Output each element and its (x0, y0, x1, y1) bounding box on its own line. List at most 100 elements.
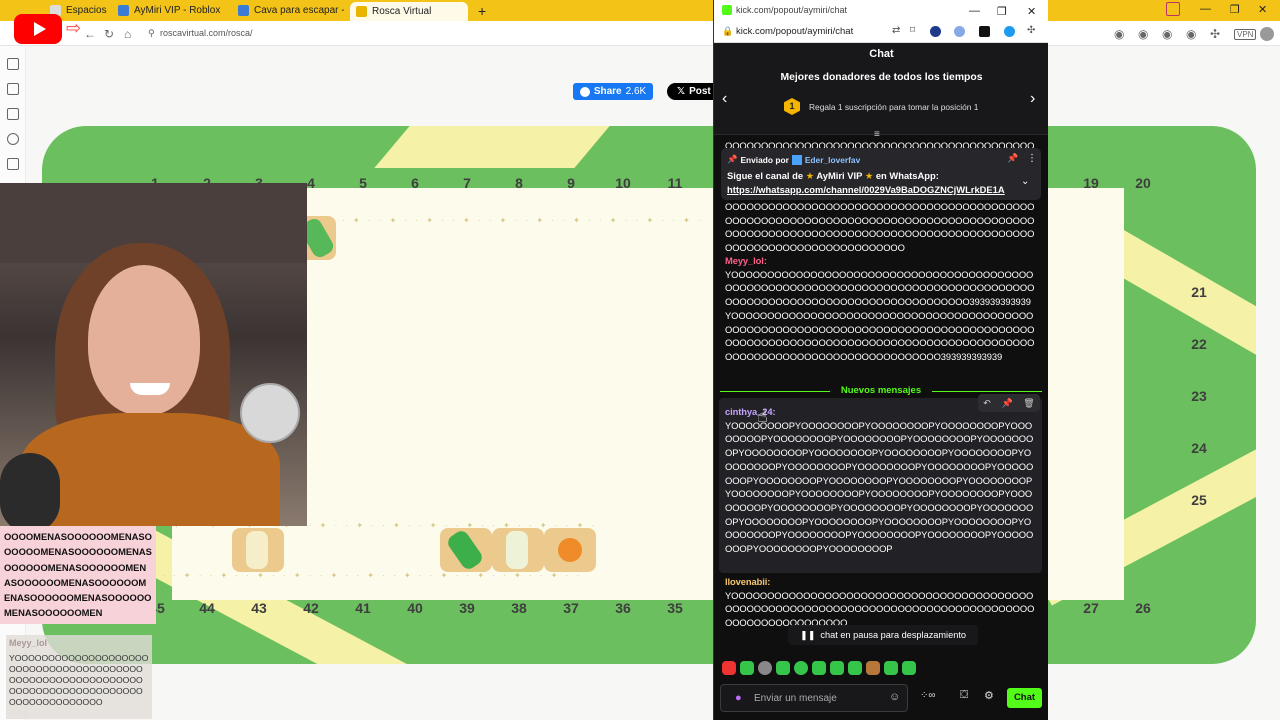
emote-icon[interactable] (794, 661, 808, 675)
extension-icon[interactable] (1004, 26, 1015, 37)
users-icon[interactable]: ⁘∞ (920, 690, 936, 701)
space-number[interactable]: 5 (348, 175, 378, 191)
emote-icon[interactable] (848, 661, 862, 675)
emote-icon[interactable] (902, 661, 916, 675)
chat-paused-banner[interactable]: ❚❚ chat en pausa para desplazamiento (788, 625, 978, 645)
chevron-down-icon[interactable]: ⌄ (1021, 176, 1029, 187)
youtube-logo (14, 14, 62, 44)
emote-icon[interactable] (776, 661, 790, 675)
space-number[interactable]: 27 (1076, 600, 1106, 616)
chevron-right-icon[interactable]: › (1030, 90, 1035, 108)
extension-icon[interactable]: ◉ (1114, 27, 1124, 41)
emote-icon[interactable] (758, 661, 772, 675)
space-number[interactable]: 11 (660, 175, 690, 191)
minimize-icon[interactable]: — (1200, 3, 1211, 15)
emote-icon[interactable] (812, 661, 826, 675)
chevron-left-icon[interactable]: ‹ (722, 90, 727, 108)
extension-icon[interactable] (979, 26, 990, 37)
popout-url[interactable]: kick.com/popout/aymiri/chat (736, 26, 853, 37)
collapse-icon[interactable]: ≡ (874, 129, 880, 140)
whatsapp-link[interactable]: https://whatsapp.com/channel/0029Va9BaDO… (727, 184, 1005, 195)
url-text[interactable]: roscavirtual.com/rosca/ (160, 28, 253, 38)
reading-list-icon[interactable] (7, 83, 19, 95)
emote-icon[interactable] (722, 661, 736, 675)
tab-rosca-virtual[interactable]: Rosca Virtual (350, 2, 468, 21)
chat-username[interactable]: Meyy_lol (725, 255, 764, 266)
space-number[interactable]: 23 (1184, 388, 1214, 404)
unpin-icon[interactable]: 📌 (1007, 153, 1018, 164)
space-number[interactable]: 39 (452, 600, 482, 616)
facebook-share-button[interactable]: Share 2.6K (573, 83, 653, 100)
extension-icon[interactable] (930, 26, 941, 37)
space-number[interactable]: 25 (1184, 492, 1214, 508)
space-number[interactable]: 10 (608, 175, 638, 191)
space-number[interactable]: 19 (1076, 175, 1106, 191)
space-number[interactable]: 22 (1184, 336, 1214, 352)
rosca-slice-tile[interactable] (492, 528, 544, 572)
extension-icon[interactable] (954, 26, 965, 37)
chat-message-input[interactable]: ● Enviar un mensaje ☺ (720, 684, 908, 712)
space-number[interactable]: 36 (608, 600, 638, 616)
new-tab-button[interactable]: + (472, 2, 492, 19)
space-number[interactable]: 6 (400, 175, 430, 191)
history-icon[interactable] (7, 133, 19, 145)
space-number[interactable]: 37 (556, 600, 586, 616)
tab-cava-roblox[interactable]: Cava para escapar - Ro... ✕ (232, 2, 348, 19)
back-icon[interactable]: ← (84, 27, 96, 41)
space-number[interactable]: 21 (1184, 284, 1214, 300)
space-number[interactable]: 35 (660, 600, 690, 616)
microphone-icon[interactable]: ● (735, 692, 742, 704)
more-icon[interactable]: ⋮ (1027, 153, 1037, 164)
space-number[interactable]: 42 (296, 600, 326, 616)
space-number[interactable]: 41 (348, 600, 378, 616)
gift-icon[interactable]: ⛋ (960, 689, 968, 702)
chat-username[interactable]: llovenabii (725, 576, 767, 587)
site-info-icon[interactable]: ⚲ (148, 28, 155, 39)
bookmark-icon[interactable]: ⌑ (910, 25, 915, 36)
rosca-slice-tile[interactable] (232, 528, 284, 572)
x-post-button[interactable]: 𝕏 Post (667, 83, 717, 100)
space-number[interactable]: 9 (556, 175, 586, 191)
maximize-icon[interactable]: ❐ (997, 5, 1007, 18)
pinned-username[interactable]: Eder_loverfav (805, 155, 860, 165)
gear-icon[interactable]: ⚙ (984, 689, 994, 702)
space-number[interactable]: 43 (244, 600, 274, 616)
download-icon[interactable] (7, 108, 19, 120)
emote-icon[interactable] (866, 661, 880, 675)
maximize-icon[interactable]: ❐ (1230, 3, 1240, 16)
home-icon[interactable]: ⌂ (124, 27, 131, 41)
pause-icon: ❚❚ (800, 629, 816, 640)
space-number[interactable]: 20 (1128, 175, 1158, 191)
close-icon[interactable]: ✕ (229, 5, 230, 16)
space-number[interactable]: 26 (1128, 600, 1158, 616)
rosca-slice-tile[interactable] (440, 528, 492, 572)
extension-icon[interactable]: ◉ (1186, 27, 1196, 41)
profile-avatar[interactable] (1260, 27, 1274, 41)
space-number[interactable]: 7 (452, 175, 482, 191)
puzzle-icon[interactable]: ✣ (1210, 27, 1220, 41)
vpn-icon[interactable]: VPN (1234, 29, 1257, 40)
bookmark-icon[interactable] (7, 58, 19, 70)
puzzle-icon[interactable]: ✣ (1027, 25, 1035, 36)
translate-icon[interactable]: ⇄ (892, 25, 900, 36)
tab-aymiri-roblox[interactable]: AyMiri VIP - Roblox ✕ (112, 2, 230, 19)
emoji-icon[interactable]: ☺ (889, 691, 900, 703)
close-window-icon[interactable]: ✕ (1027, 5, 1036, 18)
rosca-slice-tile[interactable] (544, 528, 596, 572)
space-number[interactable]: 44 (192, 600, 222, 616)
extension-icon[interactable]: ◉ (1138, 27, 1148, 41)
heart-check-icon[interactable] (1166, 2, 1180, 16)
refresh-icon[interactable]: ↻ (104, 27, 114, 41)
space-number[interactable]: 40 (400, 600, 430, 616)
emote-icon[interactable] (830, 661, 844, 675)
notes-icon[interactable] (7, 158, 19, 170)
chat-send-button[interactable]: Chat (1007, 688, 1042, 708)
extension-icon[interactable]: ◉ (1162, 27, 1172, 41)
minimize-icon[interactable]: — (969, 5, 980, 17)
emote-icon[interactable] (884, 661, 898, 675)
space-number[interactable]: 24 (1184, 440, 1214, 456)
close-window-icon[interactable]: ✕ (1258, 3, 1267, 16)
space-number[interactable]: 8 (504, 175, 534, 191)
emote-icon[interactable] (740, 661, 754, 675)
space-number[interactable]: 38 (504, 600, 534, 616)
